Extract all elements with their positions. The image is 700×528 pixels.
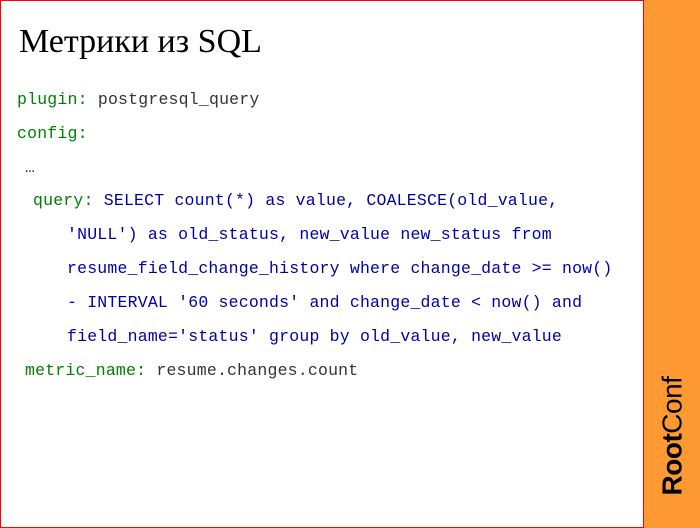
code-line-ellipsis: …: [25, 151, 619, 185]
slide-title: Метрики из SQL: [1, 1, 643, 61]
key-query: query: [33, 191, 84, 210]
val-metric: resume.changes.count: [156, 361, 358, 380]
code-line-plugin: plugin: postgresql_query: [17, 83, 619, 117]
code-block: plugin: postgresql_query config: … query…: [1, 61, 643, 403]
brand-logo: RootConf: [656, 377, 688, 496]
val-query: SELECT count(*) as value, COALESCE(old_v…: [67, 191, 613, 345]
brand-light: Conf: [656, 377, 687, 434]
brand-bold: Root: [656, 434, 687, 496]
brand-sidebar: RootConf: [644, 0, 700, 528]
code-line-metric: metric_name: resume.changes.count: [25, 354, 619, 388]
key-plugin: plugin: [17, 90, 78, 109]
key-metric: metric_name: [25, 361, 136, 380]
val-plugin: postgresql_query: [98, 90, 260, 109]
code-line-query: query: SELECT count(*) as value, COALESC…: [25, 184, 619, 353]
key-config: config: [17, 124, 78, 143]
slide-content: Метрики из SQL plugin: postgresql_query …: [0, 0, 644, 528]
code-line-config: config:: [17, 117, 619, 151]
